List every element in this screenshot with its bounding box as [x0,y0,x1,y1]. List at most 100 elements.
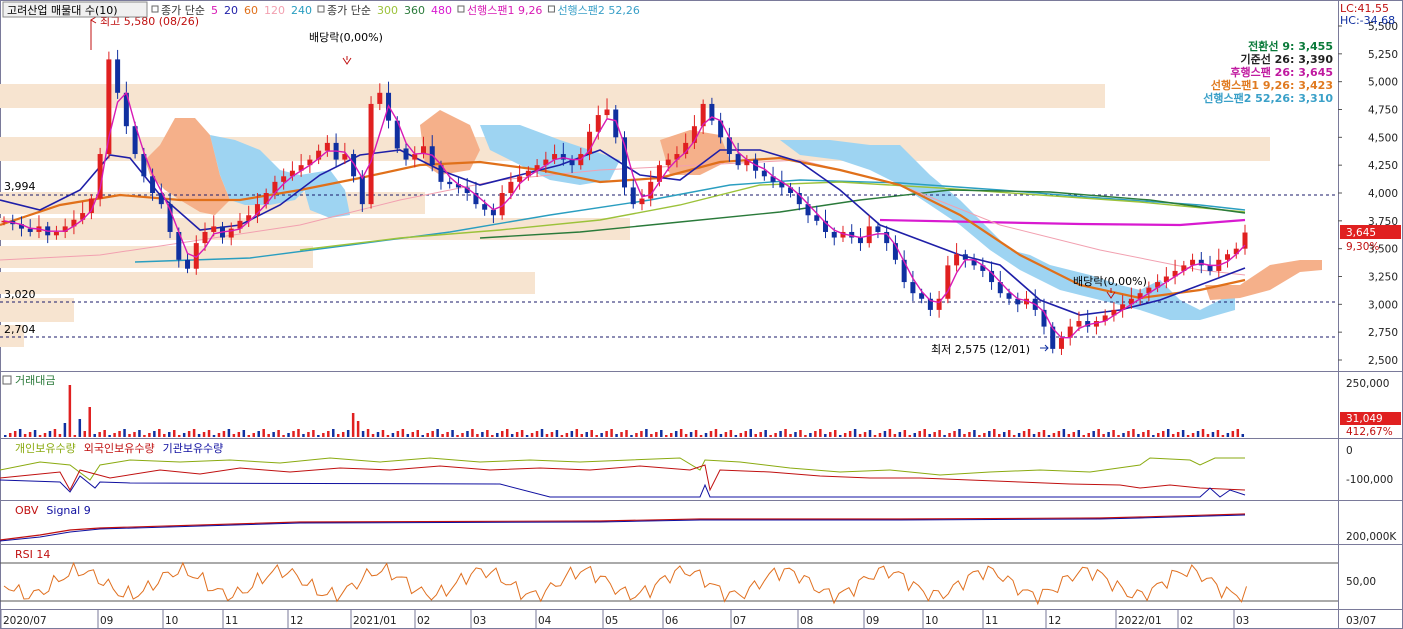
volume-bar [729,430,733,437]
legend-item: 480 [431,4,452,17]
volume-bar [625,430,628,437]
volume-bar [222,431,226,437]
individual-holdings-line [0,457,1245,481]
volume-bar [317,435,320,437]
indicator-readout: 후행스팬 26: 3,645 [1230,65,1333,79]
volume-bar [202,432,206,437]
candle-body [359,176,365,205]
volume-bar [366,429,370,437]
volume-bar [421,435,424,437]
volume-bar [923,429,926,437]
volume-bar [545,434,549,437]
legend-item: 360 [404,4,425,17]
volume-bar [332,429,335,437]
volume-bar [78,419,82,437]
volume-bar [68,385,72,437]
candle-body [202,231,208,244]
volume-bar [1166,429,1170,437]
volume-bar [650,434,653,437]
price-pct-text: 9,30% [1346,241,1379,253]
holdings-legend: 개인보유수량 외국인보유수량 기관보유수량 [15,442,223,455]
volume-bar [699,435,703,437]
dividend-annotation-1: 배당락(0,00%) [309,31,383,44]
volume-bar [371,434,375,437]
volume-bar [168,432,171,437]
volume-bar [630,435,633,437]
volume-bar [1062,429,1066,437]
legend-marker [151,5,159,13]
volume-bar [118,431,121,437]
volume-current-text: 31,049 [1346,413,1383,425]
legend-item: 외국인보유수량 [84,442,155,455]
volume-bar [804,435,807,437]
volume-bar [903,430,907,437]
volume-bar [873,435,877,437]
volume-bar [739,433,743,437]
volume-bar [505,429,509,437]
volume-bar [197,434,201,437]
volume-bar [1102,434,1105,437]
x-axis-label: 2021/01 [353,615,397,627]
dividend-arrow-1 [342,56,352,65]
x-axis-label: 09 [866,615,879,627]
volume-bar [436,429,439,437]
volume-bar [416,430,420,437]
volume-bar [1176,432,1180,437]
volume-bar [555,430,559,437]
volume-bar [838,435,842,437]
candle-body [648,181,654,199]
x-axis-label: 2020/07 [3,615,47,627]
volume-bar [769,435,772,437]
legend-item: RSI 14 [15,548,50,561]
volume-bar [600,433,603,437]
volume-bar [868,430,872,437]
x-axis-label: 03 [473,615,486,627]
indicator-readouts: 전환선 9: 3,455기준선 26: 3,390후행스팬 26: 3,645선… [1203,39,1333,105]
volume-bar [43,433,47,437]
legend-item: Signal 9 [46,504,90,517]
ma-480-line [879,218,1246,227]
volume-bar [978,435,981,437]
volume-bar [1067,434,1071,437]
volume-bar [237,432,241,437]
header-bar: 고려산업 매물대 수(10) 종가 단순 5 20 60 120 240 종가 단순 300 3… [2,1,640,18]
chart-canvas[interactable]: 2020/07 09 10 11 12 2021/01 02 03 04 05 06 07 08 09 10… [0,0,1403,629]
indicator-readout: 선행스팬1 9,26: 3,423 [1211,78,1333,92]
x-axis-label: 09 [100,615,113,627]
volume-bar [356,421,360,437]
volume-bar [207,430,211,437]
volume-bar [1007,430,1011,437]
volume-bar [1152,435,1155,437]
volume-bar [187,431,191,437]
volume-bar [1117,435,1120,437]
volume-bar [963,434,966,437]
volume-panel-title: 거래대금 [15,374,55,387]
panel-axis-labels: 250,000 0 -100,000 200,000K 50,00 [1346,378,1397,588]
foreign-holdings-line [0,464,1246,492]
candle-body [604,109,610,116]
x-axis-label: 03 [1236,615,1249,627]
price-axis-label: 4,250 [1368,160,1398,172]
volume-bar [883,431,887,437]
volume-bar [908,435,912,437]
legend-item: 60 [244,4,258,17]
stock-selector[interactable]: 고려산업 매물대 수(10) [7,4,118,17]
volume-bar [58,434,62,437]
obv-lines [0,513,1246,542]
volume-bar [103,430,106,437]
obv-signal-line [0,514,1246,542]
candle-body [857,237,863,244]
volume-bar [336,434,340,437]
volume-bar [620,432,623,437]
volume-bar [411,432,415,437]
level-label-3994: 3,994 [4,180,36,193]
volume-bar [466,431,469,437]
volume-bar [968,432,971,437]
volume-bar [1226,433,1230,437]
candle-body [281,176,287,182]
candle-body [1225,254,1231,260]
volume-bar [386,435,390,437]
volume-bar [267,434,270,437]
low-arrow [1040,344,1049,352]
candle-body [569,159,575,166]
